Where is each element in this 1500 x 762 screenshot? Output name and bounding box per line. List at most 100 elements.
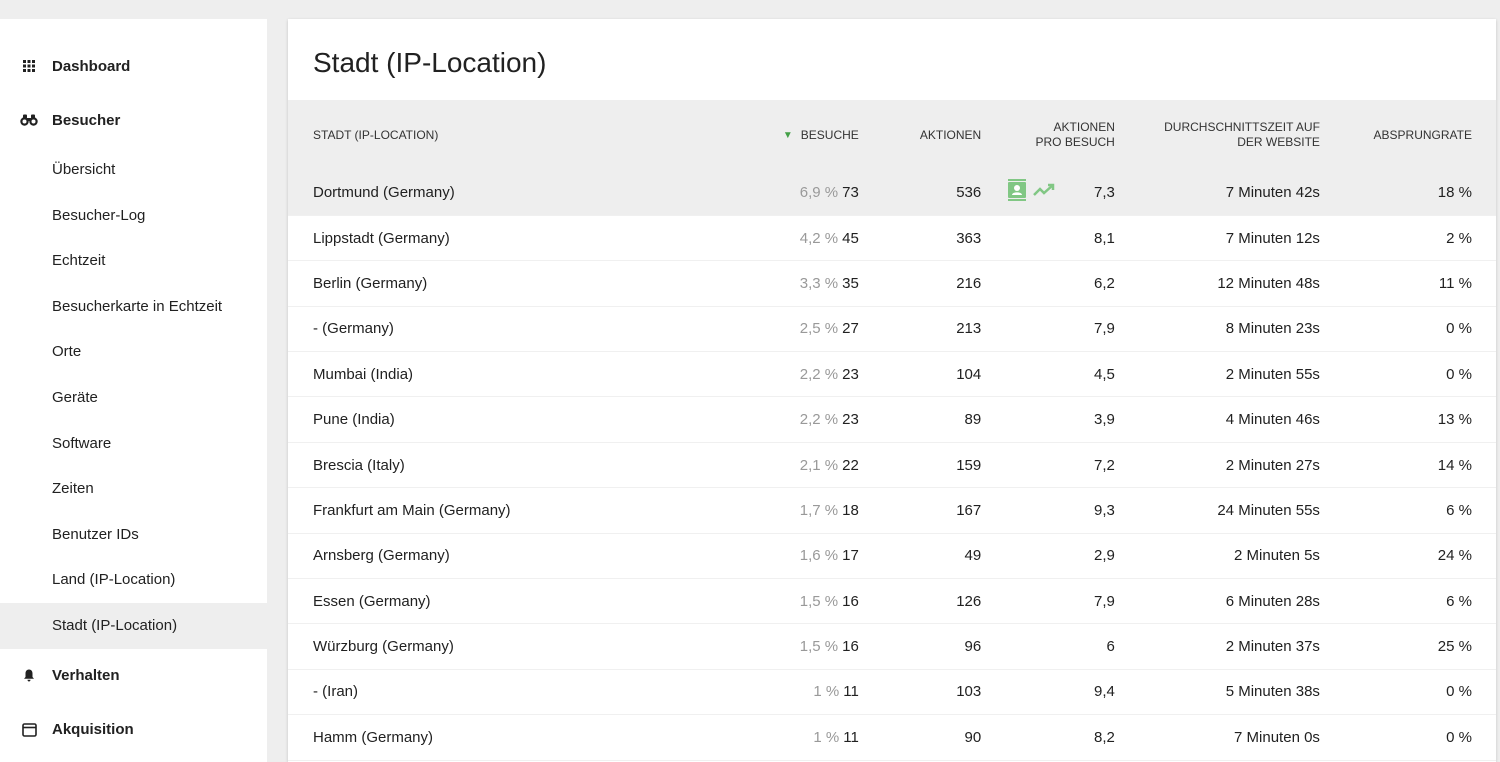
actions-per-visit-cell: 8,2 — [1094, 728, 1115, 746]
visits-value: 23 — [842, 411, 859, 429]
column-header-bounce-label: Absprungrate — [1373, 127, 1472, 142]
visits-percent: 1 % — [813, 683, 840, 701]
submenu-realtime-map[interactable]: Besucherkarte in Echtzeit — [0, 284, 267, 330]
menu-visitors[interactable]: Besucher — [0, 93, 267, 147]
avg-time-cell: 7 Minuten 42s — [1225, 183, 1320, 201]
visits-value: 22 — [842, 456, 859, 474]
menu-behaviour[interactable]: Verhalten — [0, 649, 267, 703]
avg-time-cell: 2 Minuten 37s — [1225, 638, 1320, 656]
actions-per-visit-cell: 9,3 — [1094, 501, 1115, 519]
bounce-rate-cell: 0 % — [1446, 320, 1472, 338]
visits-value: 16 — [842, 592, 859, 610]
table-row[interactable]: Arnsberg (Germany) 1,6 % 17 49 2,9 2 Minu… — [288, 533, 1496, 579]
submenu-devices[interactable]: Geräte — [0, 375, 267, 421]
table-row[interactable]: Würzburg (Germany) 1,5 % 16 96 6 2 Minute… — [288, 624, 1496, 670]
visitor-profile-icon[interactable] — [1007, 179, 1027, 205]
visits-cell: 1,5 % 16 — [665, 624, 882, 669]
submenu-country[interactable]: Land (IP-Location) — [0, 557, 267, 603]
column-header-city[interactable]: Stadt (IP-Location) — [288, 100, 665, 170]
avg-time-cell: 7 Minuten 0s — [1234, 728, 1320, 746]
visits-percent: 2,2 % — [799, 411, 839, 429]
avg-time-cell: 7 Minuten 12s — [1225, 229, 1320, 247]
column-header-city-label: Stadt (IP-Location) — [313, 127, 439, 142]
actions-cell: 167 — [956, 501, 982, 519]
submenu-locations[interactable]: Orte — [0, 329, 267, 375]
table-row[interactable]: Dortmund (Germany) 6,9 % 73 536 7,3 7 Min… — [288, 170, 1496, 216]
visits-cell: 2,2 % 23 — [665, 352, 882, 397]
bounce-rate-cell: 0 % — [1446, 365, 1472, 383]
actions-cell: 49 — [964, 547, 982, 565]
column-header-visits-label: Besuche — [800, 127, 859, 142]
table-body: Dortmund (Germany) 6,9 % 73 536 7,3 7 Min… — [288, 170, 1496, 761]
submenu-software[interactable]: Software — [0, 421, 267, 467]
column-header-avg-time[interactable]: Durchschnittszeit auf der Website — [1139, 100, 1344, 170]
visits-cell: 4,2 % 45 — [665, 215, 882, 260]
avg-time-cell: 2 Minuten 5s — [1234, 547, 1320, 565]
column-header-actions-label: Aktionen — [919, 127, 982, 142]
city-cell: Pune (India) — [313, 411, 395, 429]
visits-percent: 1 % — [813, 728, 840, 746]
avg-time-cell: 4 Minuten 46s — [1225, 411, 1320, 429]
column-header-apv-line1: Aktionen — [1053, 120, 1115, 134]
avg-time-cell: 5 Minuten 38s — [1225, 683, 1320, 701]
avg-time-cell: 2 Minuten 55s — [1225, 365, 1320, 383]
city-label: Dortmund (Germany) — [313, 183, 455, 201]
actions-cell: 536 — [956, 183, 982, 201]
bounce-rate-cell: 14 % — [1437, 456, 1472, 474]
table-row[interactable]: Essen (Germany) 1,5 % 16 126 7,9 6 Minute… — [288, 579, 1496, 624]
menu-acquisition-label: Akquisition — [52, 721, 134, 739]
column-header-actions[interactable]: Aktionen — [883, 100, 1005, 170]
visits-percent: 1,6 % — [799, 547, 839, 565]
actions-per-visit-cell: 4,5 — [1094, 365, 1115, 383]
table-row[interactable]: Mumbai (India) 2,2 % 23 104 4,5 2 Minuten… — [288, 352, 1496, 397]
city-cell: Hamm (Germany) — [313, 728, 434, 746]
actions-cell: 90 — [964, 728, 982, 746]
submenu-times[interactable]: Zeiten — [0, 466, 267, 512]
visits-value: 16 — [842, 638, 859, 656]
column-header-time-line2: der Website — [1237, 135, 1320, 149]
visits-cell: 3,3 % 35 — [665, 261, 882, 306]
column-header-time-line1: Durchschnittszeit auf — [1164, 120, 1320, 134]
bell-icon — [20, 667, 38, 685]
column-header-bounce-rate[interactable]: Absprungrate — [1344, 100, 1496, 170]
report-table: Stadt (IP-Location) ▼ Besuche Aktionen Ak… — [288, 100, 1496, 761]
table-row[interactable]: Pune (India) 2,2 % 23 89 3,9 4 Minuten 46… — [288, 397, 1496, 443]
bounce-rate-cell: 6 % — [1446, 592, 1472, 610]
visits-cell: 1 % 11 — [665, 669, 882, 714]
submenu-user-ids[interactable]: Benutzer IDs — [0, 512, 267, 558]
column-header-actions-per-visit[interactable]: Aktionen pro Besuch — [1005, 100, 1139, 170]
visits-percent: 2,1 % — [799, 456, 839, 474]
table-row[interactable]: Hamm (Germany) 1 % 11 90 8,2 7 Minuten 0s… — [288, 715, 1496, 761]
menu-visitors-label: Besucher — [52, 111, 121, 129]
menu-acquisition[interactable]: Akquisition — [0, 703, 267, 757]
table-row[interactable]: Brescia (Italy) 2,1 % 22 159 7,2 2 Minute… — [288, 442, 1496, 488]
visits-percent: 1,5 % — [799, 592, 839, 610]
submenu-city[interactable]: Stadt (IP-Location) — [0, 602, 267, 649]
visits-value: 73 — [842, 183, 859, 201]
sidebar: Dashboard Besucher Übersicht Besucher-Lo… — [0, 19, 267, 762]
visits-value: 27 — [842, 320, 859, 338]
table-row[interactable]: Lippstadt (Germany) 4,2 % 45 363 8,1 7 Mi… — [288, 215, 1496, 261]
table-row[interactable]: Berlin (Germany) 3,3 % 35 216 6,2 12 Minu… — [288, 261, 1496, 307]
binoculars-icon — [20, 111, 38, 129]
city-cell: Lippstadt (Germany) — [313, 229, 450, 247]
submenu-overview[interactable]: Übersicht — [0, 147, 267, 193]
visitors-submenu: Übersicht Besucher-Log Echtzeit Besucher… — [0, 147, 267, 649]
table-row[interactable]: - (Iran) 1 % 11 103 9,4 5 Minuten 38s 0 % — [288, 669, 1496, 715]
avg-time-cell: 2 Minuten 27s — [1225, 456, 1320, 474]
column-header-visits[interactable]: ▼ Besuche — [665, 100, 882, 170]
visits-percent: 2,2 % — [799, 365, 839, 383]
submenu-realtime[interactable]: Echtzeit — [0, 238, 267, 284]
grid-icon — [20, 57, 38, 75]
visits-cell: 1,6 % 17 — [665, 533, 882, 578]
actions-cell: 103 — [956, 683, 982, 701]
menu-dashboard[interactable]: Dashboard — [0, 39, 267, 93]
visits-cell: 2,2 % 23 — [665, 397, 882, 442]
bounce-rate-cell: 0 % — [1446, 683, 1472, 701]
bounce-rate-cell: 11 % — [1438, 274, 1472, 292]
table-row[interactable]: Frankfurt am Main (Germany) 1,7 % 18 167 … — [288, 488, 1496, 534]
submenu-visitor-log[interactable]: Besucher-Log — [0, 193, 267, 239]
table-row[interactable]: - (Germany) 2,5 % 27 213 7,9 8 Minuten 23… — [288, 306, 1496, 352]
visits-cell: 2,5 % 27 — [665, 306, 882, 351]
row-evolution-icon[interactable] — [1033, 183, 1055, 201]
